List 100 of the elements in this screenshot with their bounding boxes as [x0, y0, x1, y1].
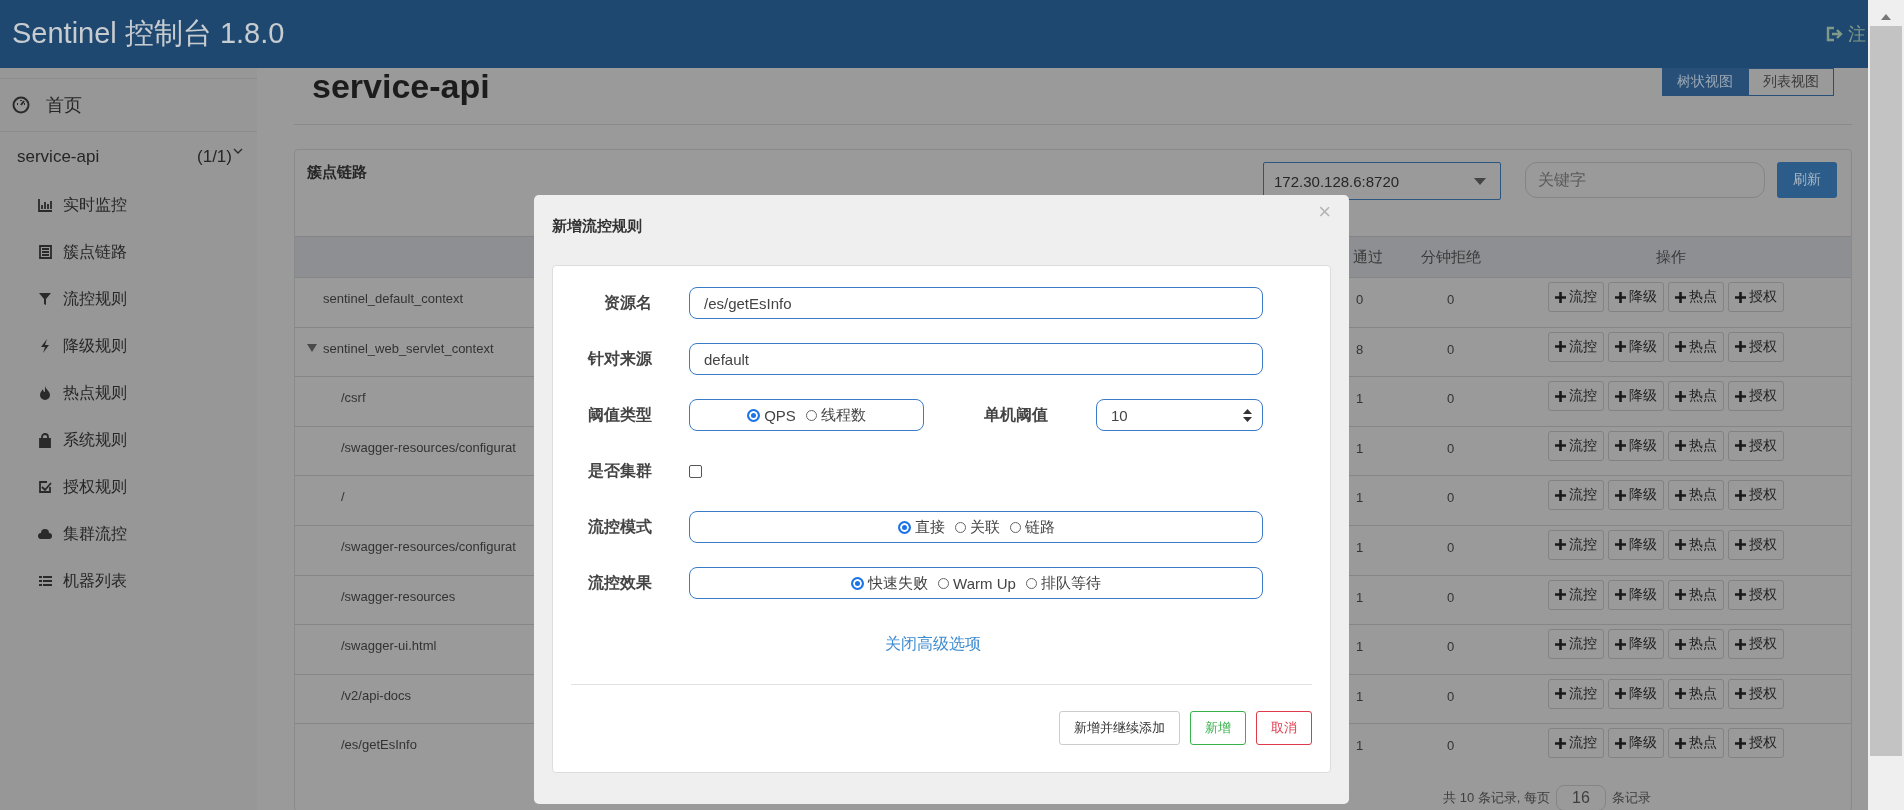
add-rule-button[interactable]: 流控: [1548, 629, 1604, 660]
pager-text: 共 10 条记录, 每页: [1443, 788, 1550, 807]
view-tab[interactable]: 列表视图: [1748, 68, 1834, 96]
radio-option[interactable]: QPS: [747, 406, 796, 424]
add-rule-button[interactable]: 流控: [1548, 282, 1604, 312]
field-label: 阈值类型: [587, 404, 652, 425]
add-rule-button[interactable]: 热点: [1668, 381, 1724, 412]
add-rule-button[interactable]: 热点: [1668, 629, 1724, 660]
add-rule-button[interactable]: 授权: [1728, 381, 1784, 412]
plus-icon: [1615, 291, 1626, 303]
add-rule-button[interactable]: 授权: [1728, 331, 1784, 362]
table-cell-text: 0: [1445, 687, 1456, 704]
sidebar-item[interactable]: 热点规则: [0, 370, 257, 417]
add-rule-button[interactable]: 授权: [1728, 480, 1784, 511]
plus-icon: [1735, 688, 1746, 700]
add-rule-button[interactable]: 热点: [1668, 430, 1724, 461]
advanced-options-link[interactable]: 关闭高级选项: [884, 635, 981, 652]
add-rule-button[interactable]: 降级: [1608, 430, 1664, 461]
list-icon: [38, 574, 53, 589]
sidebar-item[interactable]: 授权规则: [0, 464, 257, 511]
sidebar-item[interactable]: 流控规则: [0, 276, 257, 323]
radio-option[interactable]: 关联: [954, 517, 1000, 537]
number-field[interactable]: 10: [1096, 399, 1263, 431]
expand-triangle-icon[interactable]: [307, 344, 317, 353]
plus-icon: [1675, 589, 1686, 601]
radio-option[interactable]: 排队等待: [1025, 573, 1101, 593]
add-rule-button[interactable]: 流控: [1548, 331, 1604, 362]
add-rule-button[interactable]: 热点: [1668, 480, 1724, 511]
view-tab[interactable]: 树状视图: [1662, 68, 1748, 96]
sidebar-item[interactable]: 集群流控: [0, 511, 257, 558]
plus-icon: [1675, 291, 1686, 303]
plus-icon: [1735, 638, 1746, 650]
scroll-thumb[interactable]: [1870, 26, 1902, 756]
plus-icon: [1675, 440, 1686, 452]
bar-chart-icon: [38, 198, 53, 213]
add-rule-button[interactable]: 热点: [1668, 529, 1724, 560]
add-rule-button[interactable]: 热点: [1668, 579, 1724, 610]
table-cell-text: 0: [1445, 439, 1456, 456]
plus-icon: [1555, 638, 1566, 650]
add-rule-button[interactable]: 流控: [1548, 529, 1604, 560]
input-field[interactable]: /es/getEsInfo: [689, 287, 1263, 319]
logout-link[interactable]: 注: [1826, 22, 1868, 46]
radio-option[interactable]: Warm Up: [938, 574, 1016, 592]
column-header: 分钟拒绝: [1419, 247, 1482, 267]
add-rule-button[interactable]: 授权: [1728, 579, 1784, 610]
sidebar-item[interactable]: 机器列表: [0, 558, 257, 605]
app-menu-item[interactable]: service-api (1/1): [0, 132, 257, 182]
plus-icon: [1735, 291, 1746, 303]
table-cell-text: 1: [1355, 737, 1365, 754]
add-rule-button[interactable]: 热点: [1668, 678, 1724, 709]
add-rule-button[interactable]: 热点: [1668, 331, 1724, 362]
add-rule-button[interactable]: 授权: [1728, 282, 1784, 312]
add-rule-button[interactable]: 授权: [1728, 629, 1784, 660]
sidebar-item[interactable]: 实时监控: [0, 182, 257, 229]
add-rule-button[interactable]: 流控: [1548, 480, 1604, 511]
scroll-up-icon[interactable]: [1881, 14, 1891, 20]
scrollbar[interactable]: [1868, 0, 1904, 810]
dialog-button[interactable]: 新增并继续添加: [1059, 711, 1180, 745]
column-header: 操作: [1655, 247, 1687, 267]
checkbox-icon: [38, 480, 53, 495]
table-cell-text: 8: [1355, 340, 1365, 357]
flame-icon: [38, 386, 53, 401]
add-rule-button[interactable]: 降级: [1608, 282, 1664, 312]
dialog-button[interactable]: 取消: [1256, 711, 1312, 745]
add-rule-button[interactable]: 降级: [1608, 331, 1664, 362]
add-rule-button[interactable]: 授权: [1728, 430, 1784, 461]
add-rule-button[interactable]: 降级: [1608, 529, 1664, 560]
sidebar-item[interactable]: 降级规则: [0, 323, 257, 370]
sidebar-item[interactable]: 簇点链路: [0, 229, 257, 276]
radio-option[interactable]: 线程数: [805, 405, 866, 425]
resource-name: sentinel_web_servlet_context: [323, 340, 494, 356]
add-rule-button[interactable]: 授权: [1728, 529, 1784, 560]
plus-icon: [1615, 539, 1626, 551]
add-rule-button[interactable]: 降级: [1608, 381, 1664, 412]
table-cell-text: 0: [1445, 390, 1456, 407]
home-menu-item[interactable]: 首页: [0, 78, 257, 132]
add-rule-button[interactable]: 流控: [1548, 678, 1604, 709]
spinner-icon[interactable]: [1243, 408, 1252, 422]
search-field[interactable]: 关键字: [1525, 162, 1765, 198]
radio-option[interactable]: 链路: [1009, 517, 1055, 537]
add-rule-button[interactable]: 降级: [1608, 480, 1664, 511]
add-rule-button[interactable]: 流控: [1548, 728, 1604, 759]
resource-name: /: [341, 489, 345, 505]
checkbox[interactable]: [689, 464, 702, 478]
add-rule-button[interactable]: 热点: [1668, 282, 1724, 312]
add-rule-button[interactable]: 降级: [1608, 728, 1664, 759]
add-rule-button[interactable]: 授权: [1728, 678, 1784, 709]
add-rule-button[interactable]: 授权: [1728, 728, 1784, 759]
add-rule-button[interactable]: 降级: [1608, 629, 1664, 660]
add-rule-button[interactable]: 流控: [1548, 430, 1604, 461]
add-rule-button[interactable]: 降级: [1608, 678, 1664, 709]
refresh-button[interactable]: 刷新: [1777, 162, 1837, 198]
add-rule-button[interactable]: 流控: [1548, 579, 1604, 610]
add-rule-button[interactable]: 热点: [1668, 728, 1724, 759]
radio-option[interactable]: 快速失败: [851, 573, 929, 593]
add-rule-button[interactable]: 降级: [1608, 579, 1664, 610]
input-field[interactable]: default: [689, 343, 1263, 375]
add-rule-button[interactable]: 流控: [1548, 381, 1604, 412]
sidebar-item[interactable]: 系统规则: [0, 417, 257, 464]
radio-option[interactable]: 直接: [897, 517, 945, 537]
